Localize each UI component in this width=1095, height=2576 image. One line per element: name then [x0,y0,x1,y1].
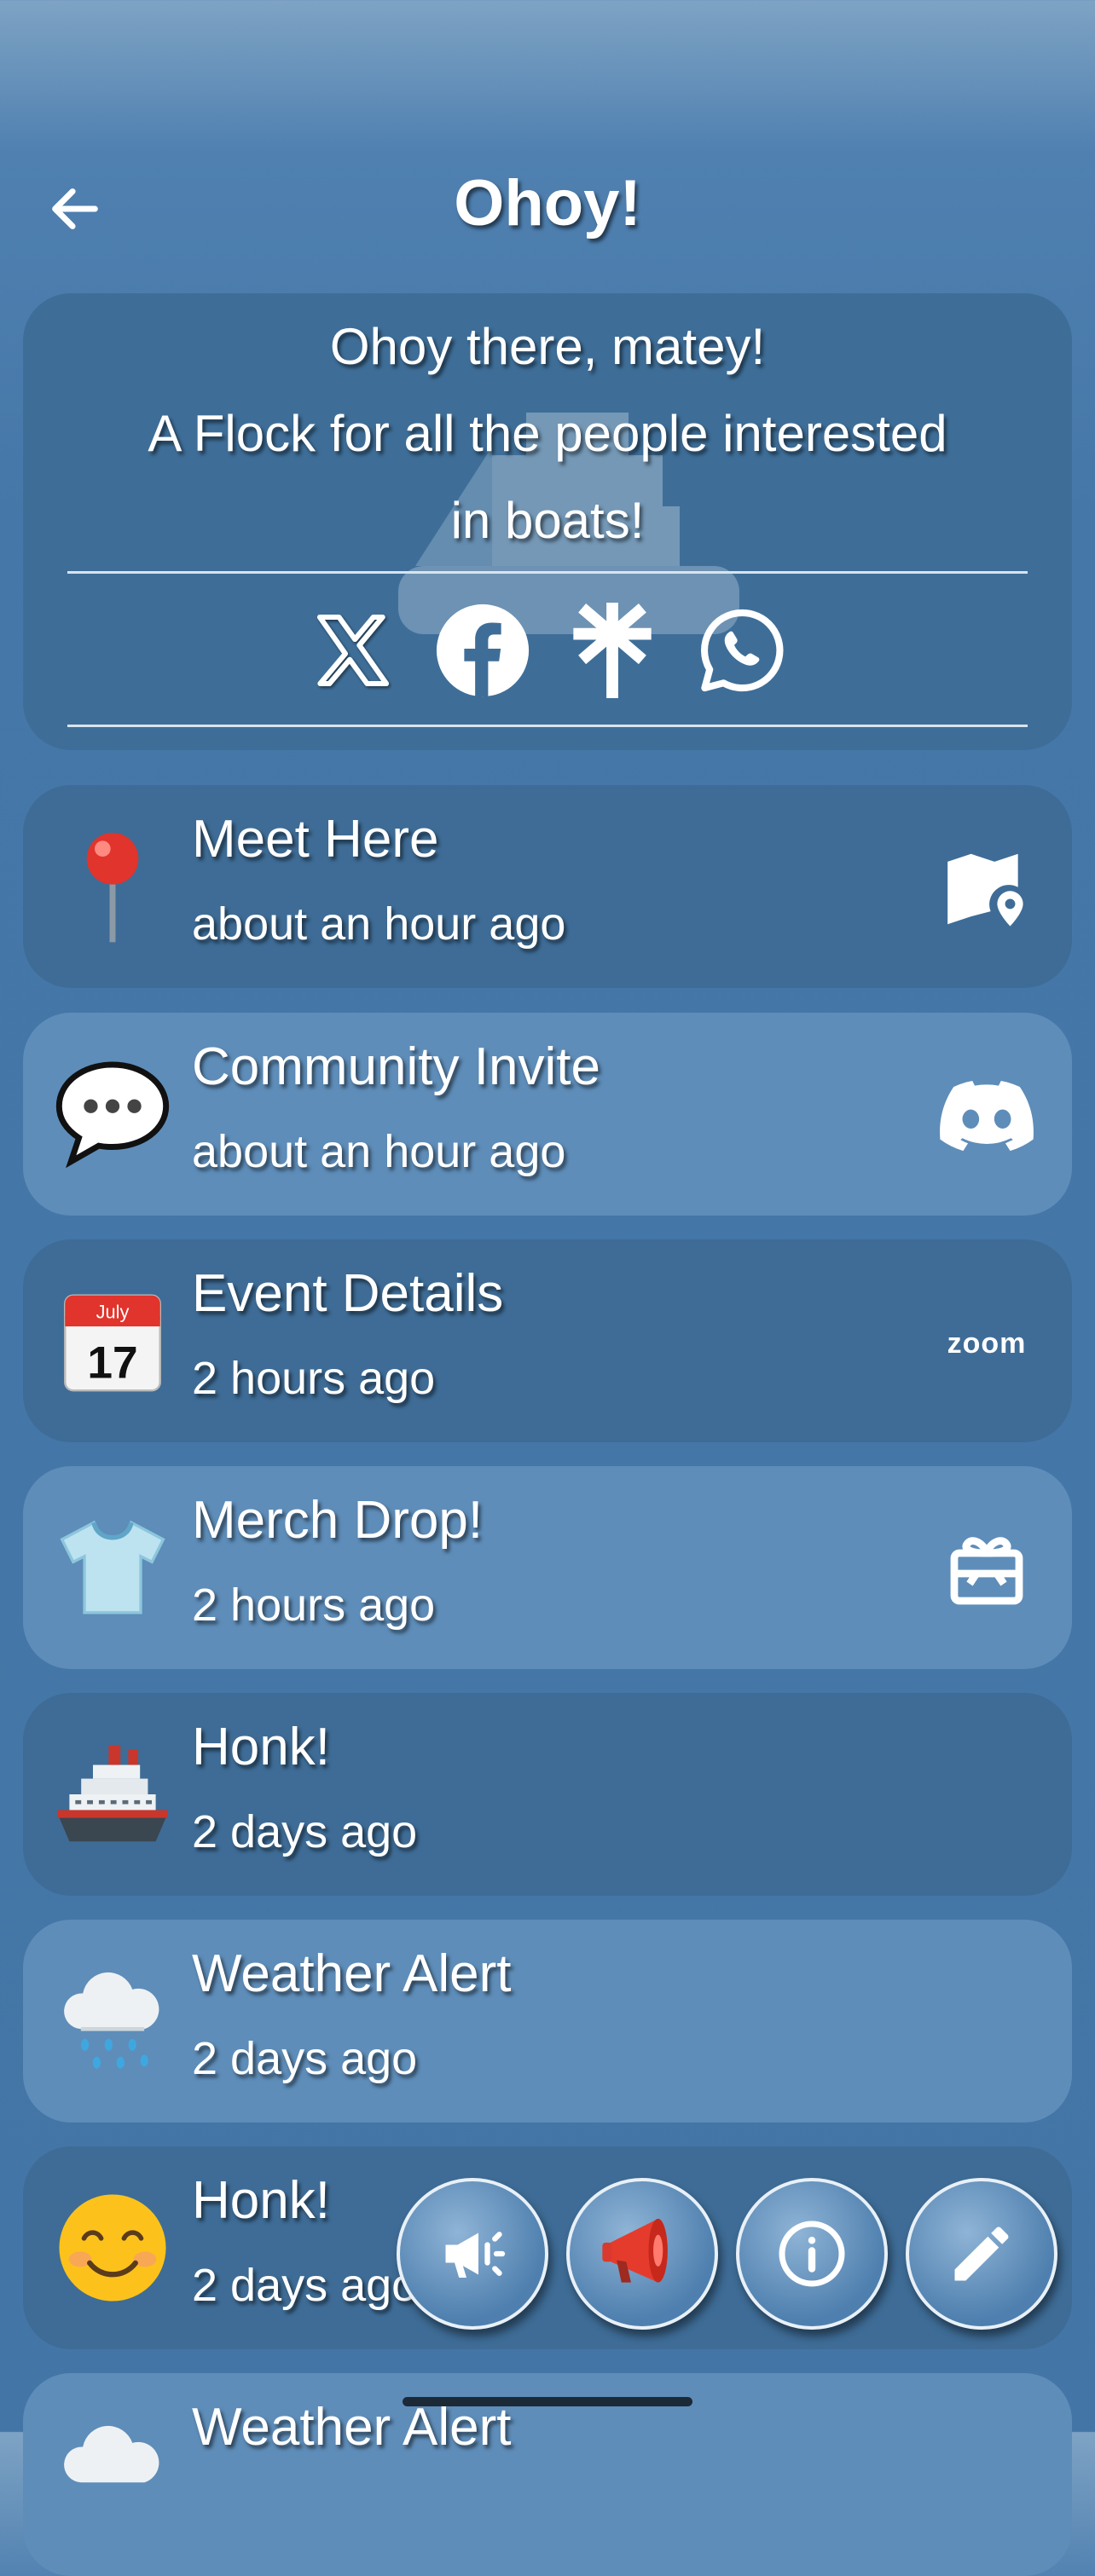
calendar-icon: July 17 [49,1277,177,1405]
megaphone-icon [602,2218,668,2283]
item-time: 2 hours ago [192,1580,436,1631]
calendar-month: July [96,1301,130,1322]
intro-card: Ohoy there, matey! A Flock for all the p… [23,293,1072,750]
map-button[interactable] [936,838,1038,940]
intro-line-1: Ohoy there, matey! [329,318,766,375]
item-time: 2 days ago [192,2260,418,2311]
cloud-rain-icon [49,2411,177,2538]
item-title: Honk! [192,2171,330,2230]
zoom-button[interactable]: zoom [936,1292,1038,1395]
megaphone-outline-icon [445,2232,506,2278]
feed-item-honk[interactable]: Honk! 2 days ago [23,1693,1072,1896]
announce-button[interactable] [566,2178,718,2330]
x-link[interactable] [303,600,403,701]
intro-text: Ohoy there, matey! A Flock for all the p… [23,303,1072,564]
item-time: 2 days ago [192,2033,418,2084]
pushpin-icon [49,823,177,950]
feed-item-community-invite[interactable]: Community Invite about an hour ago [23,1013,1072,1216]
item-title: Merch Drop! [192,1491,484,1550]
feed-item-weather-alert[interactable]: Weather Alert 2 days ago [23,1920,1072,2123]
edit-button[interactable] [906,2178,1057,2330]
feed-item-meet-here[interactable]: Meet Here about an hour ago [23,785,1072,988]
linktree-icon [573,603,652,698]
intro-line-3: in boats! [450,492,645,549]
edit-icon [954,2227,1009,2281]
gift-card-icon [950,1537,1023,1605]
page-title: Ohoy! [454,167,641,240]
t-shirt-icon [49,1504,177,1632]
facebook-link[interactable] [432,600,533,701]
info-icon [779,2221,845,2287]
info-button[interactable] [736,2178,888,2330]
gift-card-button[interactable] [936,1519,1038,1621]
linktree-link[interactable] [562,600,663,701]
item-title: Community Invite [192,1037,600,1096]
intro-line-2: A Flock for all the people interested [148,405,947,462]
ship-icon [49,1730,177,1858]
speech-bubble-icon [49,1050,177,1178]
divider-top [67,571,1028,574]
divider-bottom [67,725,1028,727]
item-title: Event Details [192,1264,504,1323]
x-icon [316,614,390,687]
item-title: Honk! [192,1718,330,1776]
map-pin-icon [947,853,1023,927]
social-links [23,600,1072,701]
zoom-logo: zoom [947,1326,1027,1360]
whatsapp-link[interactable] [692,600,792,701]
item-title: Meet Here [192,810,439,869]
smiling-face-icon [49,2184,177,2312]
facebook-icon [436,604,530,697]
item-time: about an hour ago [192,1126,566,1177]
item-time: about an hour ago [192,898,566,950]
item-time: 2 days ago [192,1806,418,1857]
calendar-day: 17 [87,1338,137,1389]
feed-item-event-details[interactable]: July 17 Event Details 2 hours ago zoom [23,1239,1072,1442]
cloud-rain-icon [49,1957,177,2085]
discord-icon [940,1081,1034,1152]
item-time: 2 hours ago [192,1353,436,1404]
discord-button[interactable] [936,1066,1038,1168]
whatsapp-icon [701,609,784,692]
announce-outline-button[interactable] [397,2178,548,2330]
home-indicator[interactable] [403,2397,692,2406]
feed-item-merch-drop[interactable]: Merch Drop! 2 hours ago [23,1466,1072,1669]
item-title: Weather Alert [192,1944,512,2003]
